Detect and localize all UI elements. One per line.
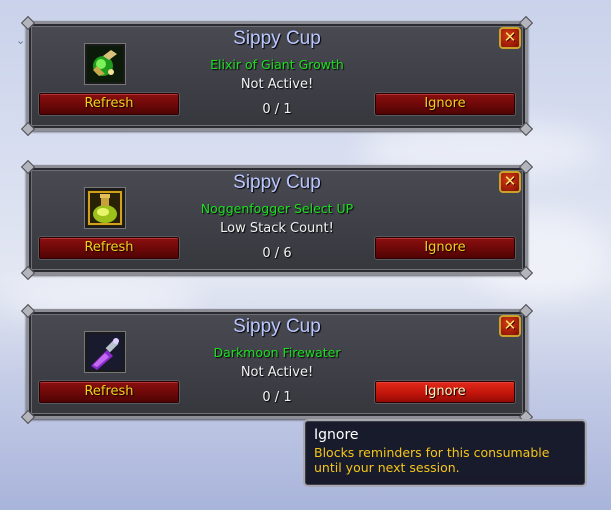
refresh-button[interactable]: Refresh [39,93,179,115]
consumable-name: Darkmoon Firewater [213,345,341,360]
consumable-name: Noggenfogger Select UP [200,201,354,216]
sippy-cup-reminder-panel: Sippy Cup Noggenfogger Select UP Low Sta… [20,159,534,281]
buff-status-text: Low Stack Count! [220,221,334,236]
tooltip-title: Ignore [314,427,359,443]
sippy-cup-reminder-panel: Sippy Cup Darkmoon Firewater Not Active!… [20,303,534,425]
ignore-button[interactable]: Ignore [375,381,515,403]
refresh-button[interactable]: Refresh [39,381,179,403]
sippy-cup-reminder-panel: Sippy Cup Elixir of Giant Growth Not Act… [20,15,534,137]
close-icon[interactable]: ✕ [499,315,521,337]
refresh-button[interactable]: Refresh [39,237,179,259]
close-icon[interactable]: ✕ [499,27,521,49]
frame-corner [20,265,36,281]
frame-corner [20,121,36,137]
ignore-button[interactable]: Ignore [375,93,515,115]
buff-status-text: Not Active! [240,365,314,380]
frame-corner [20,409,36,425]
close-icon[interactable]: ✕ [499,171,521,193]
ignore-button[interactable]: Ignore [375,237,515,259]
consumable-name: Elixir of Giant Growth [210,57,344,72]
ignore-tooltip: Ignore Blocks reminders for this consuma… [303,419,587,487]
bird-silhouette: ⌄ [16,34,26,47]
tooltip-description: Blocks reminders for this consumable unt… [314,445,550,475]
buff-status-text: Not Active! [240,77,314,92]
